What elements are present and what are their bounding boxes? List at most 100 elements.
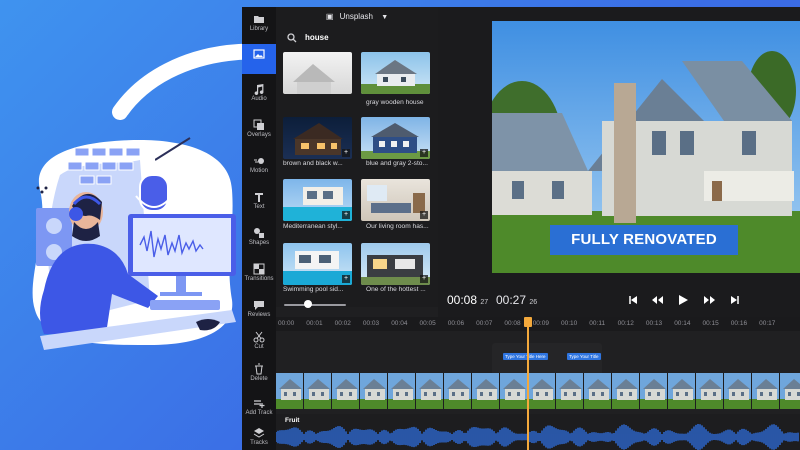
total-frames: 26 xyxy=(529,299,538,306)
timeline-tick: 00:10 xyxy=(561,320,578,327)
overlays-icon xyxy=(253,119,264,130)
sidebar-item-label: Tracks xyxy=(250,440,268,446)
sidebar-item-shapes[interactable]: Shapes xyxy=(242,223,276,259)
timeline-tick: 00:17 xyxy=(759,320,776,327)
play-icon xyxy=(679,295,688,305)
slider-handle[interactable] xyxy=(304,300,312,308)
delete-button[interactable]: Delete xyxy=(242,359,276,395)
rewind-button[interactable] xyxy=(650,295,664,309)
timeline-tick: 00:12 xyxy=(617,320,634,327)
audio-track[interactable]: Fruit xyxy=(276,414,800,450)
trash-icon xyxy=(255,363,263,375)
result-thumbnail[interactable]: + xyxy=(361,179,430,221)
result-thumbnail[interactable] xyxy=(361,52,430,94)
sidebar-item-text[interactable]: Text xyxy=(242,187,276,223)
sidebar-item-label: Transitions xyxy=(244,276,274,282)
transitions-icon xyxy=(253,263,265,275)
fast-forward-button[interactable] xyxy=(702,295,716,309)
timeline-tick: 00:13 xyxy=(645,320,663,327)
result-label: Our living room has... xyxy=(366,223,429,230)
add-plus-icon[interactable]: + xyxy=(420,275,428,283)
result-thumbnail[interactable]: + xyxy=(283,243,352,285)
play-button[interactable] xyxy=(676,295,690,309)
thumbnail-size-slider[interactable] xyxy=(284,304,346,306)
current-timecode: 00:08 27 xyxy=(447,293,488,307)
timeline-tick: 00:15 xyxy=(702,320,719,327)
playhead[interactable] xyxy=(527,317,529,450)
sidebar-item-motion[interactable]: Motion xyxy=(242,151,276,187)
skip-to-end-button[interactable] xyxy=(728,295,742,309)
add-plus-icon[interactable]: + xyxy=(342,275,350,283)
result-thumbnail[interactable]: + xyxy=(361,117,430,159)
sidebar-item-images[interactable] xyxy=(242,44,276,74)
timeline-tick: 00:11 xyxy=(589,320,606,327)
source-dropdown[interactable]: ▣ Unsplash ▼ xyxy=(276,7,438,27)
sidebar-item-overlays[interactable]: Overlays xyxy=(242,115,276,151)
sidebar-item-label: Library xyxy=(249,26,269,32)
skip-start-icon xyxy=(629,296,637,304)
media-panel: ▣ Unsplash ▼ house gray wooden house + b… xyxy=(276,7,438,308)
result-thumbnail[interactable]: + xyxy=(361,243,430,285)
timeline-ruler[interactable]: 00:00 00:01 00:02 00:03 00:04 00:05 00:06 00:07… xyxy=(276,317,800,331)
rewind-icon xyxy=(651,296,663,304)
timeline-tick: 00:09 xyxy=(532,320,549,327)
total-time: 00:27 xyxy=(496,293,527,307)
add-plus-icon[interactable]: + xyxy=(420,211,428,219)
timeline-tick: 00:16 xyxy=(730,320,748,327)
result-label: One of the hottest ... xyxy=(366,286,426,293)
result-label: Mediterranean styl... xyxy=(283,223,343,230)
video-preview[interactable]: FULLY RENOVATED xyxy=(492,21,800,273)
house-photo xyxy=(293,64,335,94)
sidebar-item-label: Overlays xyxy=(247,132,271,138)
current-time: 00:08 xyxy=(447,293,478,307)
cut-button[interactable]: Cut xyxy=(242,327,276,363)
add-plus-icon[interactable]: + xyxy=(342,149,350,157)
sidebar-item-audio[interactable]: Audio xyxy=(242,79,276,115)
timeline[interactable]: 00:00 00:01 00:02 00:03 00:04 00:05 00:06 00:07… xyxy=(276,317,800,450)
add-plus-icon[interactable]: + xyxy=(342,211,350,219)
sidebar-item-label: Shapes xyxy=(248,240,270,246)
sidebar-item-reviews[interactable]: Reviews xyxy=(242,295,276,331)
result-label: blue and gray 2-sto... xyxy=(366,160,428,167)
title-clip[interactable]: Type Your Title Here xyxy=(503,353,548,360)
sidebar-item-label: Cut xyxy=(254,344,264,350)
result-thumbnail[interactable] xyxy=(283,52,352,94)
timeline-tick: 00:07 xyxy=(476,320,493,327)
result-thumbnail[interactable]: + xyxy=(283,117,352,159)
tracks-button[interactable]: Tracks xyxy=(242,423,276,450)
current-frames: 27 xyxy=(480,299,489,306)
sidebar-item-library[interactable]: Library xyxy=(242,9,276,45)
timeline-tick: 00:03 xyxy=(362,320,380,327)
fast-forward-icon xyxy=(703,296,715,304)
timeline-tick: 00:02 xyxy=(334,320,351,327)
timeline-tick: 00:04 xyxy=(391,320,408,327)
sidebar-item-label: Delete xyxy=(250,376,268,382)
result-label: gray wooden house xyxy=(366,99,424,106)
skip-end-icon xyxy=(731,296,739,304)
title-overlay[interactable]: FULLY RENOVATED xyxy=(550,225,738,255)
title-clip[interactable]: Type Your Title xyxy=(567,353,601,360)
sidebar-item-label: Reviews xyxy=(247,312,271,318)
music-note-icon xyxy=(254,84,264,95)
sidebar-item-transitions[interactable]: Transitions xyxy=(242,259,276,295)
result-thumbnail[interactable]: + xyxy=(283,179,352,221)
timeline-tick: 00:00 xyxy=(278,320,295,327)
shapes-icon xyxy=(254,228,264,238)
video-track[interactable] xyxy=(276,373,800,409)
text-track: Type Your Title Here Type Your Title xyxy=(492,343,602,377)
total-timecode: 00:27 26 xyxy=(496,293,537,307)
result-label: brown and black w... xyxy=(283,160,343,167)
timeline-tick: 00:08 xyxy=(504,320,521,327)
unsplash-icon: ▣ xyxy=(325,12,334,21)
layers-icon xyxy=(253,428,265,438)
text-icon xyxy=(255,193,263,202)
add-plus-icon[interactable]: + xyxy=(420,149,428,157)
search-input[interactable]: house xyxy=(305,33,329,42)
chevron-down-icon: ▼ xyxy=(381,14,389,21)
audio-waveform xyxy=(276,424,799,450)
source-label: Unsplash xyxy=(339,12,373,21)
playhead-handle[interactable] xyxy=(524,317,532,327)
skip-to-start-button[interactable] xyxy=(626,295,640,309)
search-bar[interactable]: house xyxy=(280,31,434,46)
timeline-tick: 00:06 xyxy=(447,320,465,327)
